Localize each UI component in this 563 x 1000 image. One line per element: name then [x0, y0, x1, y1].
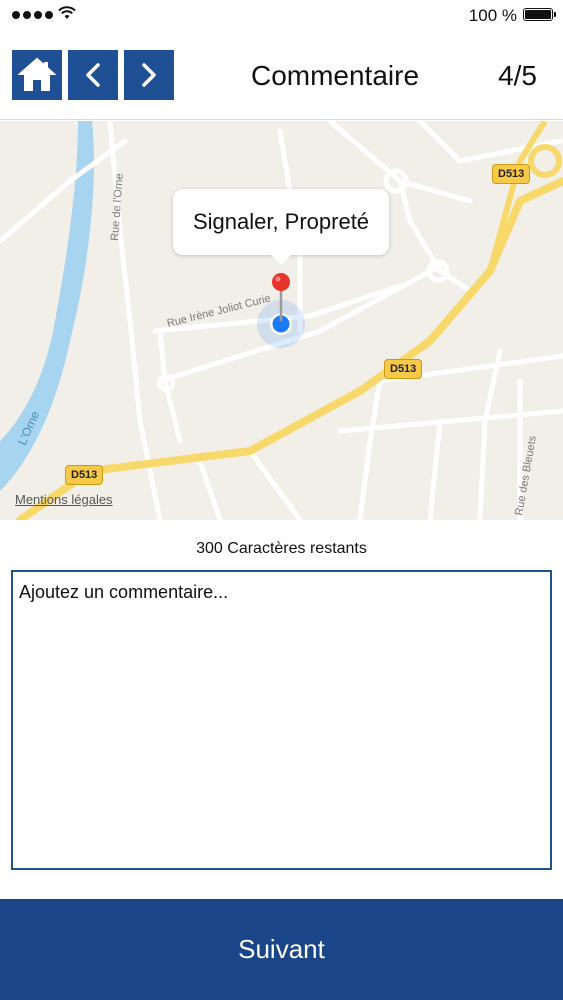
wifi-icon: [58, 6, 76, 19]
battery-percentage: 100 %: [468, 6, 517, 25]
map-canvas: Rue Irène Joliot Curie Rue de l'Orne L'O…: [0, 121, 563, 520]
previous-button[interactable]: [68, 50, 118, 100]
home-icon: [18, 57, 56, 91]
map-view[interactable]: Rue Irène Joliot Curie Rue de l'Orne L'O…: [0, 121, 563, 520]
next-button[interactable]: Suivant: [0, 899, 563, 1000]
legal-notice-link[interactable]: Mentions légales: [15, 492, 113, 507]
battery-icon: [523, 8, 556, 21]
next-step-button[interactable]: [124, 50, 174, 100]
signal-strength-icon: [12, 11, 53, 19]
chevron-left-icon: [86, 63, 100, 87]
page-counter: 4/5: [498, 60, 537, 91]
map-callout[interactable]: Signaler, Propreté: [173, 189, 389, 265]
status-bar: 100 %: [0, 0, 563, 30]
road-shield: D513: [492, 164, 531, 184]
page-title: Commentaire: [250, 60, 420, 91]
road-shield: D513: [384, 359, 423, 379]
chevron-right-icon: [142, 63, 156, 87]
header: Commentaire 4/5: [0, 30, 563, 120]
road-shield: D513: [65, 465, 104, 485]
characters-remaining-label: 300 Caractères restants: [196, 540, 367, 557]
comment-input[interactable]: [11, 570, 552, 870]
home-button[interactable]: [12, 50, 62, 100]
